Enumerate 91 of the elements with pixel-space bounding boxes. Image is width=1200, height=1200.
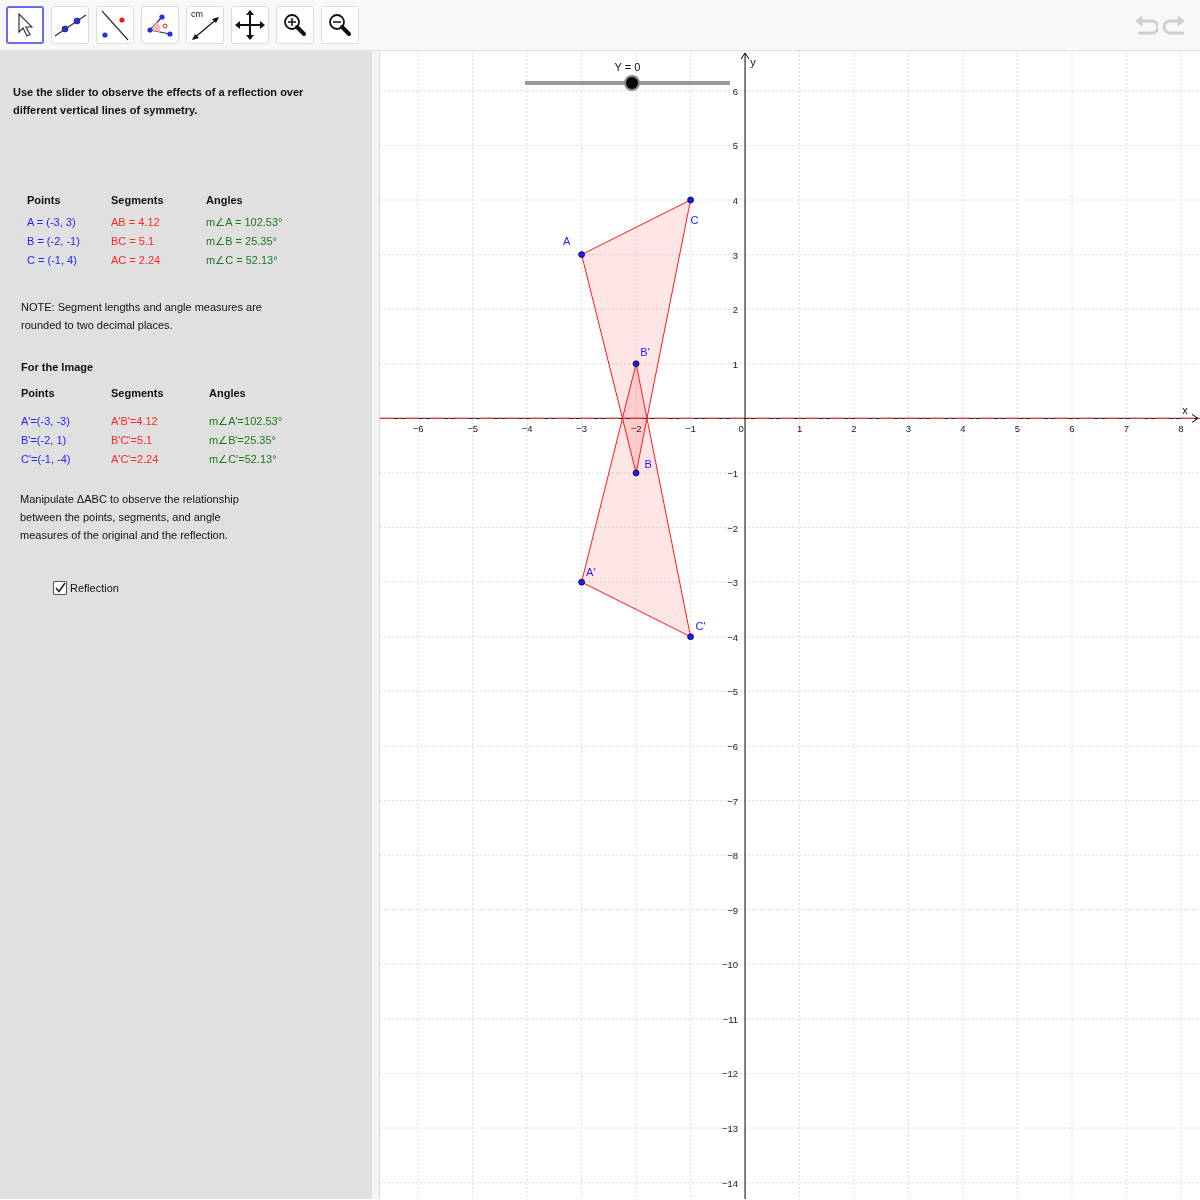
point-label: C [690, 214, 699, 227]
axis-tick-label: −8 [727, 850, 739, 862]
point [632, 469, 640, 477]
point [687, 633, 694, 641]
intro-text: Use the slider to observe the effects of a reflection over different vertical lines of symmetry. [13, 85, 305, 118]
axis-tick-label: 5 [1014, 423, 1021, 435]
axis-tick-label: −4 [521, 423, 533, 435]
axis-tick-label: 3 [905, 423, 912, 435]
point-label: B [644, 457, 652, 470]
segment-length: A'C'=2.24 [111, 452, 160, 467]
point-coordinates: C'=(-1, -4) [21, 452, 72, 467]
axis-tick-label: −5 [467, 423, 479, 435]
point-coordinates: B'=(-2, 1) [21, 433, 68, 448]
axis-tick-label: −6 [727, 740, 739, 752]
segment-length: BC = 5.1 [111, 234, 156, 249]
line-through-points-icon [53, 13, 87, 37]
point-coordinates: A = (-3, 3) [27, 215, 77, 230]
point-coordinates: A'=(-3, -3) [21, 414, 71, 429]
column-header: Points [21, 386, 56, 401]
axis-tick-label: 1 [796, 423, 803, 435]
segment-length: AC = 2.24 [111, 253, 162, 268]
angle-measure: m∠A = 102.53° [206, 215, 283, 230]
axis-name: x [1182, 404, 1188, 417]
axis-name: y [750, 56, 756, 68]
axis-tick-label: −5 [727, 686, 739, 698]
axis-tick-label: −2 [727, 522, 739, 534]
axis-tick-label: 5 [732, 140, 739, 152]
angle-icon [147, 13, 173, 37]
segment-length: A'B'=4.12 [111, 414, 159, 429]
zoom-in-icon [283, 13, 307, 37]
point-label: B' [640, 345, 650, 358]
axis-tick-label: 3 [732, 249, 739, 261]
axis-tick-label: 8 [1178, 423, 1184, 435]
point [687, 196, 694, 204]
axis-tick-label: −7 [727, 795, 739, 807]
axis-tick-label: −1 [727, 467, 739, 479]
axis-tick-label: −13 [721, 1123, 739, 1135]
angle-measure: m∠C'=52.13° [209, 452, 278, 467]
axis-tick-label: 2 [732, 304, 739, 316]
segment-length: AB = 4.12 [111, 215, 161, 230]
column-header: Points [27, 193, 62, 208]
slider-label: Y = 0 [614, 61, 641, 73]
axis-tick-label: −10 [721, 959, 739, 971]
section-title: For the Image [21, 360, 94, 375]
axis-tick-label: 0 [738, 423, 744, 435]
checkbox[interactable] [53, 581, 67, 595]
axis-tick-label: 6 [1069, 423, 1075, 435]
tool-button[interactable]: cm [186, 6, 224, 44]
axis-tick-label: −9 [727, 904, 739, 916]
axis-tick-label: −14 [721, 1177, 739, 1189]
point [578, 251, 585, 258]
axis-tick-label: −2 [630, 423, 642, 435]
column-header: Segments [111, 193, 165, 208]
point-label: C' [695, 619, 706, 632]
instructions-text: Manipulate ΔABC to observe the relationship between the points, segments, and angle measures of the original and the reflection. [20, 492, 240, 543]
point-coordinates: B = (-2, -1) [27, 234, 81, 249]
checkbox-label[interactable]: Reflection [70, 582, 119, 594]
angle-measure: m∠B = 25.35° [206, 234, 278, 249]
axis-tick-label: −11 [722, 1013, 739, 1025]
axis-tick-label: 1 [732, 358, 739, 370]
axis-tick-label: −4 [727, 631, 739, 643]
axis-tick-label: 2 [851, 423, 857, 435]
axis-tick-label: −3 [576, 423, 587, 435]
double-arrow-icon [190, 15, 220, 41]
axis-tick-label: −12 [721, 1068, 739, 1080]
point [632, 360, 640, 368]
axis-tick-label: 6 [732, 85, 739, 97]
move-arrows-icon [234, 9, 266, 41]
axis-tick-label: −3 [727, 577, 739, 589]
axis-tick-label: −6 [412, 423, 424, 435]
note-text: NOTE: Segment lengths and angle measures are rounded to two decimal places. [21, 300, 263, 333]
angle-measure: m∠A'=102.53° [209, 414, 283, 429]
axis-tick-label: −1 [685, 423, 696, 435]
point-label: A [562, 234, 571, 247]
cursor-arrow-icon [17, 13, 33, 37]
column-header: Angles [209, 386, 247, 401]
tool-button[interactable] [6, 6, 44, 44]
point-label: A' [585, 566, 596, 579]
point [578, 578, 585, 586]
axis-tick-label: 7 [1123, 423, 1130, 435]
angle-measure: m∠B'=25.35° [209, 433, 277, 448]
column-header: Angles [206, 193, 244, 208]
angle-measure: m∠C = 52.13° [206, 253, 279, 268]
point-coordinates: C = (-1, 4) [27, 253, 78, 268]
segment-length: B'C'=5.1 [111, 433, 154, 448]
axis-tick-label: 4 [960, 423, 966, 435]
column-header: Segments [111, 386, 165, 401]
slider-thumb[interactable] [623, 75, 640, 91]
line-and-points-icon [101, 9, 129, 41]
zoom-out-icon [328, 13, 352, 37]
axis-tick-label: 4 [732, 195, 739, 207]
